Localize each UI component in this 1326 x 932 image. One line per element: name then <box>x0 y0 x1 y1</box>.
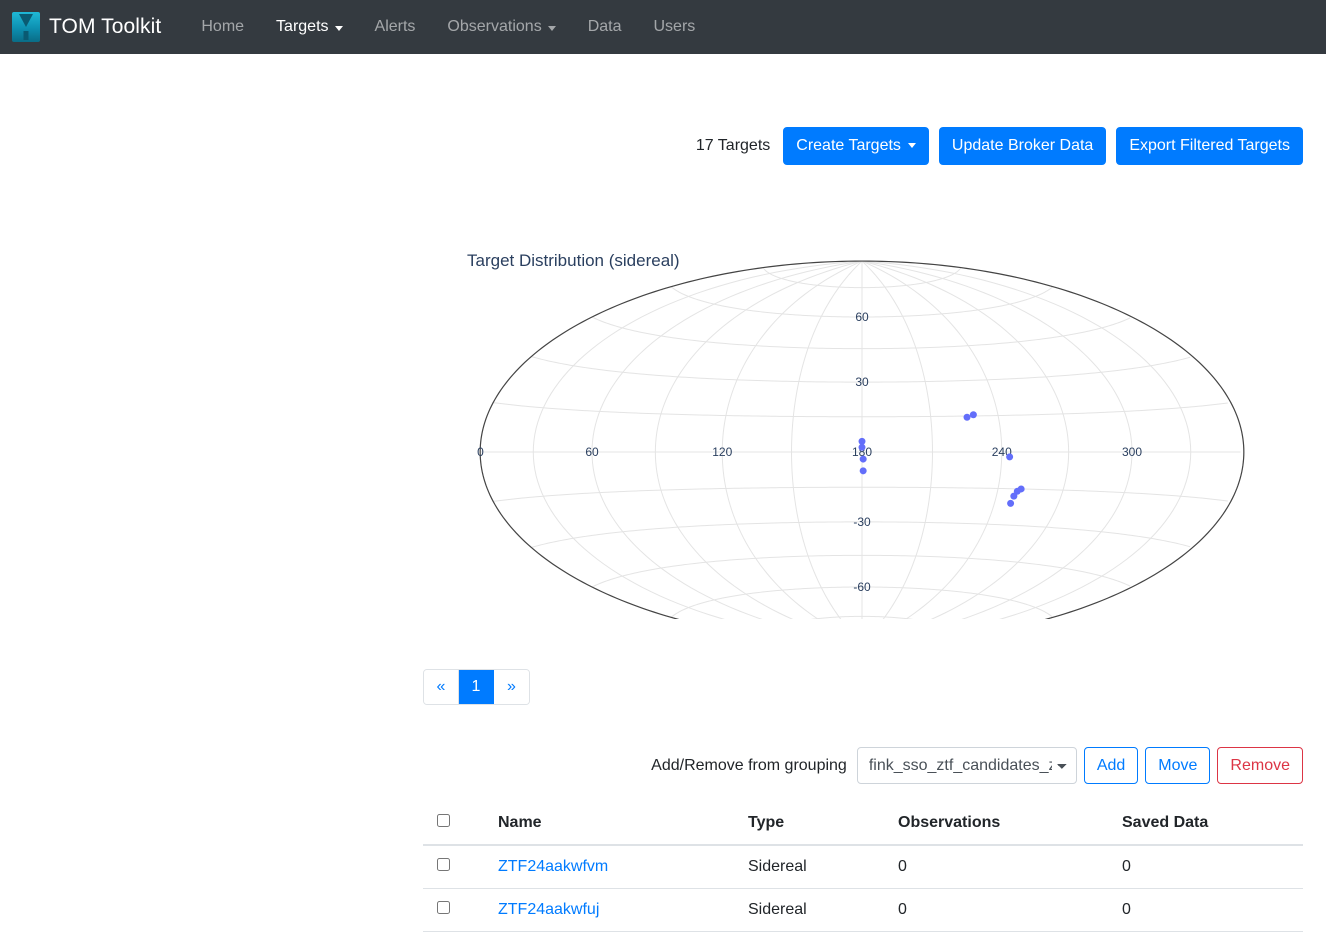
row-saved-data-cell: 0 <box>1122 888 1303 932</box>
main-navbar: TOM Toolkit Home Targets Alerts Observat… <box>0 0 1326 54</box>
grouping-controls: Add/Remove from grouping fink_sso_ztf_ca… <box>651 747 1303 784</box>
row-select-checkbox[interactable] <box>437 858 450 871</box>
row-saved-data-cell: 0 <box>1122 845 1303 889</box>
table-header-row: Name Type Observations Saved Data <box>423 802 1303 846</box>
nav-item-home[interactable]: Home <box>185 10 260 44</box>
chevron-down-icon <box>334 25 343 31</box>
chart-point[interactable] <box>969 411 977 419</box>
pagination-next[interactable]: » <box>494 670 529 704</box>
target-link[interactable]: ZTF24aakwfuj <box>498 901 599 918</box>
svg-text:300: 300 <box>1122 445 1142 459</box>
column-header-name: Name <box>498 802 748 846</box>
chart-point[interactable] <box>1006 453 1014 461</box>
chart-point[interactable] <box>1017 485 1025 493</box>
grouping-label: Add/Remove from grouping <box>651 756 847 774</box>
chart-point[interactable] <box>858 443 866 451</box>
chevron-down-icon <box>547 25 556 31</box>
targets-table-body: ZTF24aakwfvm Sidereal 0 0 ZTF24aakwfuj S… <box>423 845 1303 932</box>
pagination-page-1[interactable]: 1 <box>459 670 494 704</box>
tom-toolkit-logo-icon <box>12 12 40 42</box>
nav-item-users[interactable]: Users <box>637 10 711 44</box>
svg-text:60: 60 <box>855 310 869 324</box>
select-all-checkbox[interactable] <box>437 814 450 827</box>
nav-item-home-label: Home <box>201 18 245 35</box>
nav-item-observations-label: Observations <box>447 18 542 35</box>
targets-table-head: Name Type Observations Saved Data <box>423 802 1303 846</box>
row-name-cell: ZTF24aakwfvm <box>498 845 748 889</box>
brand-link[interactable]: TOM Toolkit <box>12 12 161 42</box>
table-row: ZTF24aakwfvm Sidereal 0 0 <box>423 845 1303 889</box>
target-distribution-chart[interactable]: Target Distribution (sidereal) 0 60 120 180… <box>0 239 1326 619</box>
grouping-select[interactable]: fink_sso_ztf_candidates_z <box>856 747 1077 784</box>
grouping-move-button[interactable]: Move <box>1145 747 1211 784</box>
nav-item-data-label: Data <box>587 18 622 35</box>
nav-item-observations[interactable]: Observations <box>431 10 571 44</box>
nav-item-alerts[interactable]: Alerts <box>359 10 432 44</box>
target-action-bar: 17 Targets Create Targets Update Broker … <box>696 127 1303 165</box>
targets-count: 17 Targets <box>695 137 771 154</box>
update-broker-data-button[interactable]: Update Broker Data <box>938 127 1107 165</box>
svg-text:-60: -60 <box>853 580 871 594</box>
chart-point[interactable] <box>1010 492 1018 500</box>
row-type-cell: Sidereal <box>748 888 898 932</box>
create-targets-button[interactable]: Create Targets <box>783 127 929 165</box>
pagination-prev[interactable]: « <box>424 670 459 704</box>
select-all-header <box>423 802 498 846</box>
targets-table: Name Type Observations Saved Data ZTF24a… <box>423 802 1303 932</box>
brand-title: TOM Toolkit <box>49 15 162 38</box>
row-select-cell <box>423 845 498 889</box>
pagination: « 1 » <box>423 669 530 705</box>
chart-point[interactable] <box>963 413 971 421</box>
chart-point[interactable] <box>859 455 867 463</box>
chevron-down-icon <box>907 143 916 148</box>
column-header-observations: Observations <box>898 802 1122 846</box>
nav-item-users-label: Users <box>653 18 696 35</box>
nav-item-data[interactable]: Data <box>572 10 638 44</box>
targets-table-wrapper: Name Type Observations Saved Data ZTF24a… <box>423 802 1303 932</box>
grouping-remove-button[interactable]: Remove <box>1217 747 1303 784</box>
nav-item-targets[interactable]: Targets <box>260 10 358 44</box>
row-type-cell: Sidereal <box>748 845 898 889</box>
chart-point[interactable] <box>859 467 867 475</box>
chart-point[interactable] <box>1007 499 1015 507</box>
row-observations-cell: 0 <box>898 888 1122 932</box>
row-name-cell: ZTF24aakwfuj <box>498 888 748 932</box>
row-observations-cell: 0 <box>898 845 1122 889</box>
nav-item-alerts-label: Alerts <box>374 18 416 35</box>
grouping-add-button[interactable]: Add <box>1083 747 1139 784</box>
column-header-type: Type <box>748 802 898 846</box>
target-link[interactable]: ZTF24aakwfvm <box>498 858 608 875</box>
svg-text:120: 120 <box>712 445 732 459</box>
nav-item-targets-label: Targets <box>276 18 329 35</box>
svg-text:60: 60 <box>585 445 599 459</box>
create-targets-label: Create Targets <box>796 137 901 154</box>
svg-text:-30: -30 <box>853 515 871 529</box>
export-filtered-targets-button[interactable]: Export Filtered Targets <box>1116 127 1303 165</box>
svg-text:0: 0 <box>477 445 484 459</box>
navbar-links: Home Targets Alerts Observations Data Us… <box>185 10 711 44</box>
row-select-checkbox[interactable] <box>437 901 450 914</box>
column-header-saved-data: Saved Data <box>1122 802 1303 846</box>
svg-text:30: 30 <box>855 375 869 389</box>
table-row: ZTF24aakwfuj Sidereal 0 0 <box>423 888 1303 932</box>
aitoff-projection-svg: 0 60 120 180 240 300-60-303060 <box>477 260 1245 619</box>
row-select-cell <box>423 888 498 932</box>
